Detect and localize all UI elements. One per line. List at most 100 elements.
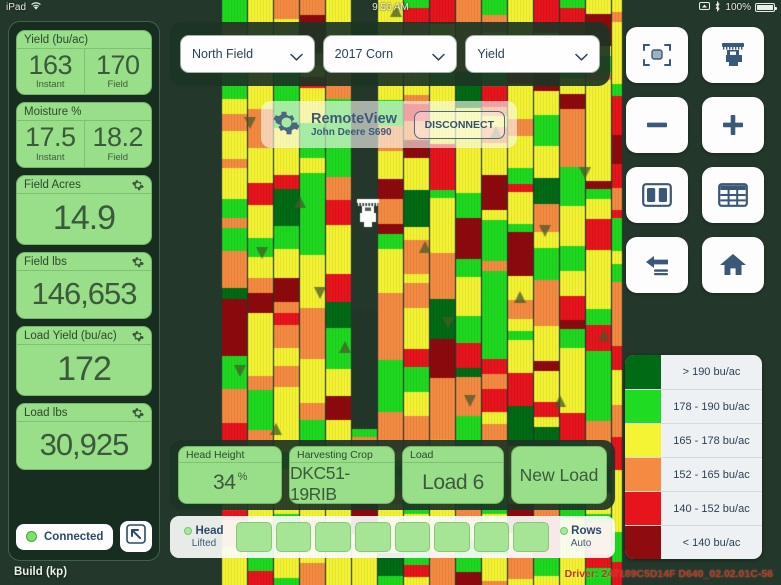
legend-label: 178 - 190 bu/ac [661,390,762,423]
load-card: Load Load 6 [402,446,504,504]
build-label: Build (kp) [14,566,67,578]
gear-icon[interactable] [132,407,144,419]
row-segment[interactable] [355,522,391,552]
head-status: Head Lifted [176,525,232,550]
yield-instant-value: 163 [17,51,84,79]
table-view-button[interactable] [702,167,764,223]
rows-status-title: Rows [571,525,602,538]
machine-status-bar: Head Height 34 % Harvesting Crop DKC51-1… [170,440,615,510]
undo-button[interactable] [626,237,688,293]
legend-row: 165 - 178 bu/ac [625,423,762,457]
remoteview-title: RemoteView [311,111,397,127]
home-icon [719,252,747,278]
card-load-yield: Load Yield (bu/ac) 172 [16,326,152,396]
layer-select-value: Yield [477,47,504,61]
rows-status-state: Auto [553,538,609,550]
load-value: Load 6 [403,463,503,503]
battery-icon [755,3,775,12]
minus-icon [644,112,670,138]
filter-toolbar: North Field 2017 Corn Yield [170,22,610,86]
home-button[interactable] [702,237,764,293]
yield-field: 170 Field [84,49,152,94]
moisture-instant: 17.5 Instant [17,121,84,166]
row-segment[interactable] [236,522,272,552]
card-field-acres-header: Field Acres [17,176,151,194]
head-height-value: 34 [213,471,236,495]
row-segment[interactable] [395,522,431,552]
legend-swatch [625,526,661,559]
fit-to-screen-button[interactable] [626,27,688,83]
card-load-lbs-header: Load lbs [17,404,151,422]
legend-label: 140 - 152 bu/ac [661,492,762,525]
legend-label: 152 - 165 bu/ac [661,458,762,491]
card-yield: Yield (bu/ac) 163 Instant 170 Field [16,30,152,95]
legend-swatch [625,390,661,423]
card-moisture-title: Moisture % [24,106,82,118]
card-load-yield-header: Load Yield (bu/ac) [17,327,151,345]
card-yield-title: Yield (bu/ac) [24,34,88,46]
head-height-title: Head Height [179,447,281,463]
row-status-bar: Head Lifted Rows Auto [170,516,615,558]
fit-to-screen-icon [642,42,672,68]
head-status-state: Lifted [176,538,232,550]
head-status-dot [184,527,192,535]
head-status-title: Head [195,525,223,538]
new-load-button[interactable]: New Load [511,446,607,504]
legend-label: 165 - 178 bu/ac [661,424,762,457]
legend-row: 178 - 190 bu/ac [625,389,762,423]
chevron-down-icon [575,50,588,58]
yield-instant: 163 Instant [17,49,84,94]
zoom-in-button[interactable] [702,97,764,153]
legend-swatch [625,355,661,389]
head-height-unit: % [238,463,247,483]
yield-field-label: Field [85,79,152,90]
remoteview-banner: RemoteView John Deere S690 DISCONNECT [261,101,517,148]
row-segment[interactable] [513,522,549,552]
legend-label: < 140 bu/ac [661,526,762,559]
pan-arrow-button[interactable] [120,521,152,552]
field-select[interactable]: North Field [180,35,315,73]
card-yield-header: Yield (bu/ac) [17,31,151,49]
map-controls [626,27,766,293]
gear-icon[interactable] [132,330,144,342]
moisture-instant-value: 17.5 [17,123,84,151]
row-segment[interactable] [474,522,510,552]
gear-icon[interactable] [132,179,144,191]
split-panel-icon [642,183,672,207]
connection-status-button[interactable]: Connected [16,524,113,550]
card-load-yield-value: 172 [17,345,151,395]
legend-label: > 190 bu/ac [661,355,762,389]
card-field-lbs: Field lbs 146,653 [16,252,152,319]
status-indicator-dot [26,531,37,542]
card-load-lbs: Load lbs 30,925 [16,403,152,470]
load-title: Load [403,447,503,463]
card-load-yield-title: Load Yield (bu/ac) [24,330,117,342]
head-height-card: Head Height 34 % [178,446,282,504]
disconnect-button[interactable]: DISCONNECT [414,111,505,139]
card-field-lbs-value: 146,653 [17,271,151,318]
plus-icon [720,112,746,138]
split-view-button[interactable] [626,167,688,223]
gear-icon[interactable] [132,256,144,268]
row-segment[interactable] [315,522,351,552]
harvesting-crop-card: Harvesting Crop DKC51-19RIB [289,446,395,504]
field-select-value: North Field [192,47,253,61]
harvesting-crop-title: Harvesting Crop [290,447,394,463]
connection-status-label: Connected [44,531,103,543]
undo-arrow-icon [642,252,672,278]
legend-row: < 140 bu/ac [625,525,762,559]
machine-view-button[interactable] [702,27,764,83]
row-segment[interactable] [434,522,470,552]
card-field-lbs-header: Field lbs [17,253,151,271]
card-field-acres: Field Acres 14.9 [16,175,152,245]
remoteview-machine-label: John Deere S690 [311,127,397,138]
rotation-lock-icon [699,1,710,14]
battery-percent-label: 100% [725,2,751,13]
card-load-lbs-value: 30,925 [17,422,151,469]
moisture-field-label: Field [85,152,152,163]
layer-select[interactable]: Yield [465,35,600,73]
moisture-field: 18.2 Field [84,121,152,166]
zoom-out-button[interactable] [626,97,688,153]
row-segment[interactable] [276,522,312,552]
season-crop-select[interactable]: 2017 Corn [323,35,458,73]
